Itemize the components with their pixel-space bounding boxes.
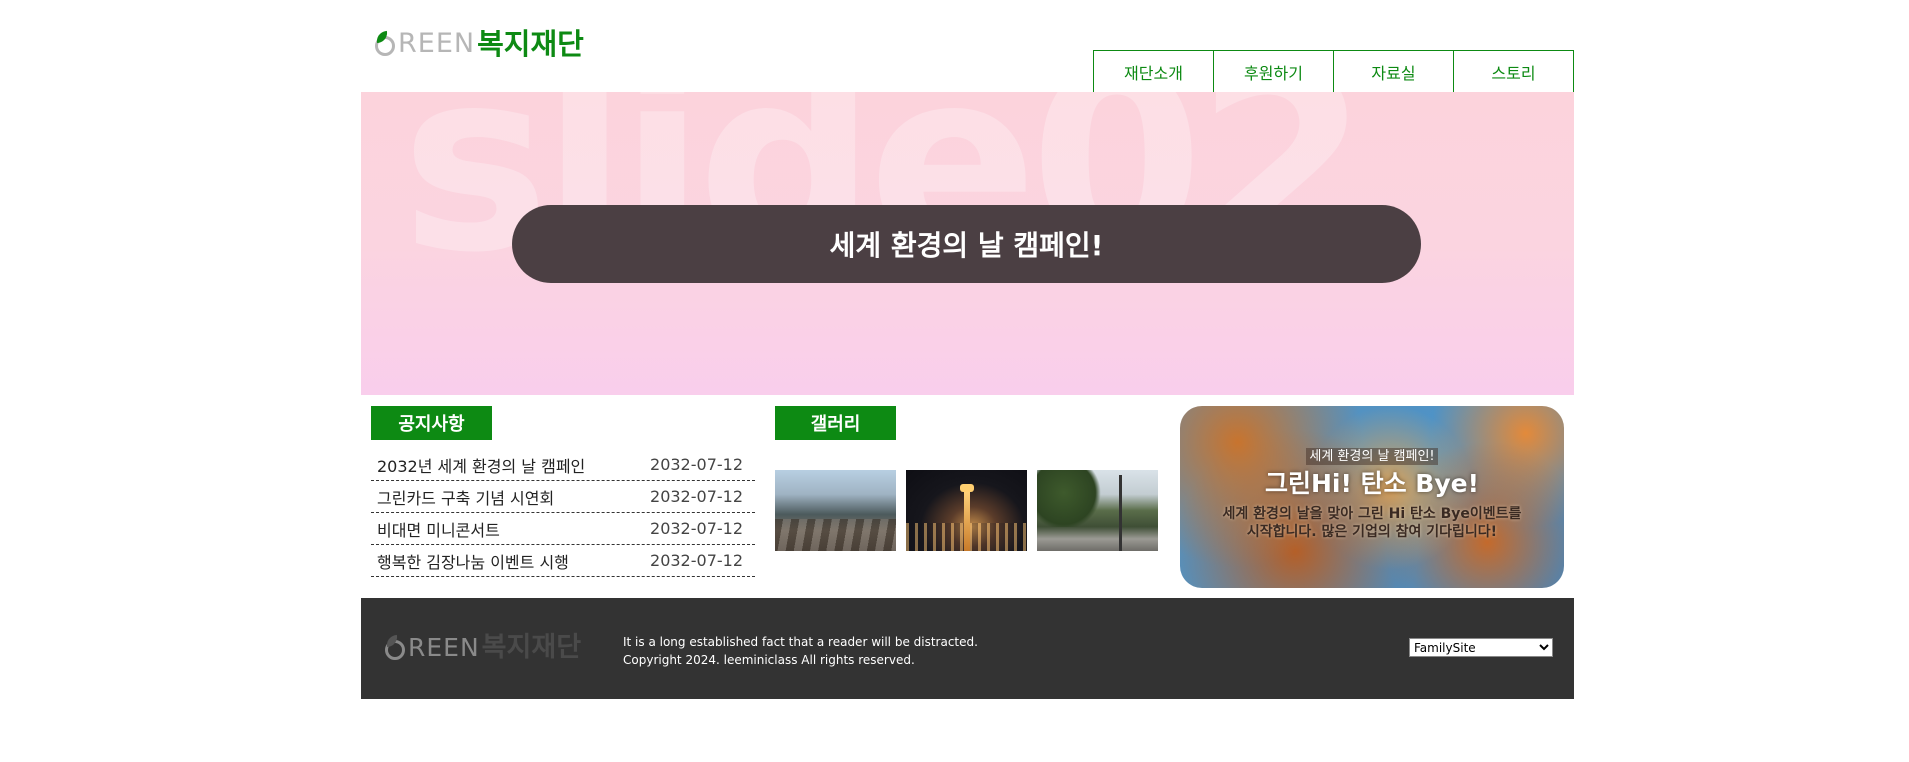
event-description-line-1: 세계 환경의 날을 맞아 그린 Hi 탄소 Bye이벤트를 — [1222, 506, 1522, 522]
nav-item-donate[interactable]: 후원하기 — [1213, 50, 1334, 93]
footer-logo: REEN 복지재단 — [383, 632, 581, 664]
slide-banner: 세계 환경의 날 캠페인! — [512, 205, 1421, 283]
site-logo[interactable]: REEN 복지재단 — [373, 26, 584, 62]
event-description-line-2: 시작합니다. 많은 기업의 참여 기다립니다! — [1246, 524, 1498, 540]
main-nav: 재단소개 후원하기 자료실 스토리 — [1093, 50, 1574, 93]
notice-title[interactable]: 공지사항 — [371, 406, 492, 440]
notice-item-date: 2032-07-12 — [650, 519, 743, 538]
event-banner[interactable]: 세계 환경의 날 캠페인! 그린Hi! 탄소 Bye! 세계 환경의 날을 맞아… — [1180, 406, 1564, 588]
gallery-thumbnail-street-trees[interactable] — [1037, 470, 1158, 551]
leaf-logo-icon — [373, 30, 397, 56]
nav-item-archive[interactable]: 자료실 — [1333, 50, 1454, 93]
footer-copyright: Copyright 2024. leeminiclass All rights … — [623, 653, 915, 667]
event-title: 그린Hi! 탄소 Bye! — [1264, 469, 1479, 498]
logo-name-text: 복지재단 — [477, 27, 584, 61]
page-wrapper: REEN 복지재단 재단소개 후원하기 자료실 스토리 slide02 세계 환… — [361, 0, 1574, 699]
content-area: 공지사항 2032년 세계 환경의 날 캠페인 2032-07-12 그린카드 … — [361, 395, 1574, 598]
event-subtitle: 세계 환경의 날 캠페인! — [1306, 448, 1438, 465]
gallery-thumbnail-hanok-village[interactable] — [775, 470, 896, 551]
notice-item-date: 2032-07-12 — [650, 455, 743, 474]
main-slide: slide02 세계 환경의 날 캠페인! — [361, 92, 1574, 395]
footer-leaf-logo-icon — [383, 634, 407, 660]
nav-item-about[interactable]: 재단소개 — [1093, 50, 1214, 93]
notice-item-title: 행복한 김장나눔 이벤트 시행 — [377, 552, 569, 572]
gallery-thumbnail-night-tower[interactable] — [906, 470, 1027, 551]
gallery-thumbnails — [775, 470, 1158, 551]
notice-item-title: 비대면 미니콘서트 — [377, 520, 500, 540]
footer-logo-green-text: REEN — [408, 633, 480, 662]
notice-item-date: 2032-07-12 — [650, 551, 743, 570]
notice-list: 2032년 세계 환경의 날 캠페인 2032-07-12 그린카드 구축 기념… — [371, 449, 755, 577]
notice-item-date: 2032-07-12 — [650, 487, 743, 506]
family-site-select[interactable]: FamilySite — [1409, 638, 1553, 657]
footer: REEN 복지재단 It is a long established fact … — [361, 598, 1574, 699]
header: REEN 복지재단 재단소개 후원하기 자료실 스토리 — [361, 0, 1574, 93]
notice-item[interactable]: 행복한 김장나눔 이벤트 시행 2032-07-12 — [371, 545, 755, 577]
footer-logo-name-text: 복지재단 — [481, 632, 582, 663]
notice-item[interactable]: 2032년 세계 환경의 날 캠페인 2032-07-12 — [371, 449, 755, 481]
notice-item-title: 그린카드 구축 기념 시연회 — [377, 488, 555, 508]
logo-green-text: REEN — [398, 28, 476, 59]
notice-item[interactable]: 그린카드 구축 기념 시연회 2032-07-12 — [371, 481, 755, 513]
event-banner-text: 세계 환경의 날 캠페인! 그린Hi! 탄소 Bye! 세계 환경의 날을 맞아… — [1180, 406, 1564, 588]
gallery-title[interactable]: 갤러리 — [775, 406, 896, 440]
footer-line-1: It is a long established fact that a rea… — [623, 635, 978, 649]
notice-item[interactable]: 비대면 미니콘서트 2032-07-12 — [371, 513, 755, 545]
nav-item-story[interactable]: 스토리 — [1453, 50, 1574, 93]
notice-item-title: 2032년 세계 환경의 날 캠페인 — [377, 456, 586, 476]
footer-info: It is a long established fact that a rea… — [623, 633, 978, 669]
